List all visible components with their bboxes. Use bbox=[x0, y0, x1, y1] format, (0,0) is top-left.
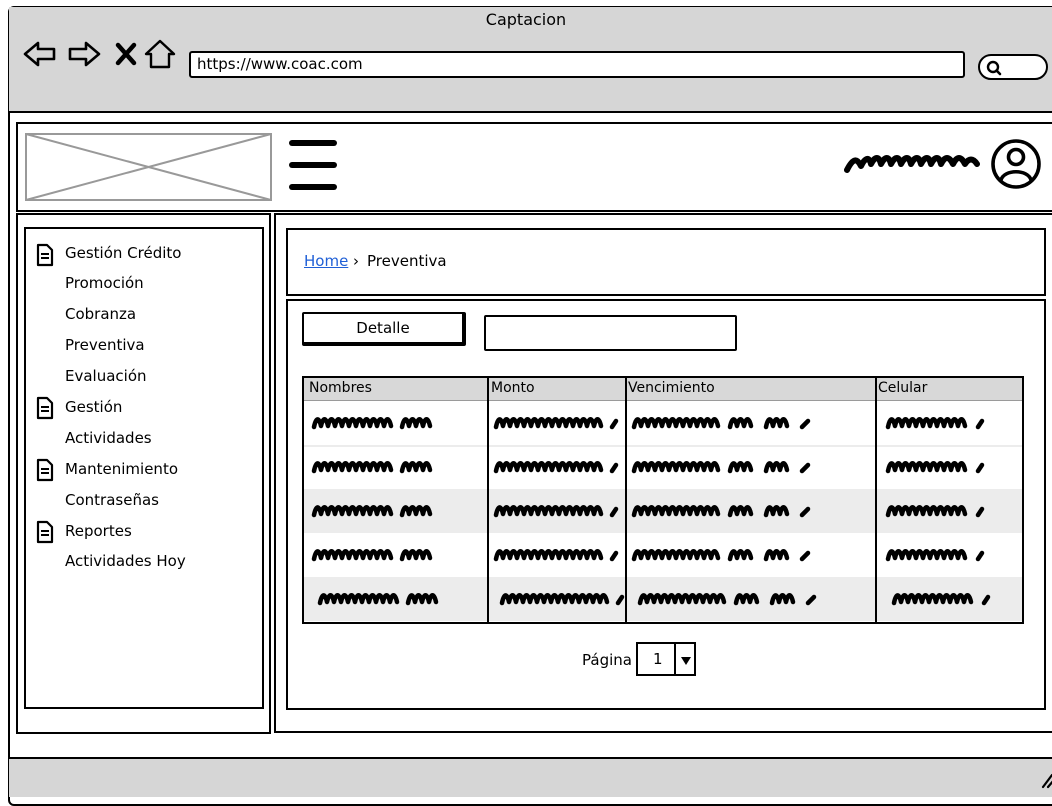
sidebar-item-promocion[interactable]: Promoción bbox=[65, 273, 144, 293]
scribble-cell-text bbox=[399, 549, 433, 562]
scribble-cell-text bbox=[769, 593, 796, 606]
scribble-cell-text bbox=[631, 505, 721, 518]
scribble-cell-text bbox=[399, 417, 433, 430]
scribble-cell-text bbox=[493, 549, 604, 562]
document-icon bbox=[36, 396, 54, 420]
scribble-cell-text bbox=[763, 549, 790, 562]
browser-statusbar bbox=[9, 757, 1052, 797]
scribble-cell-text bbox=[799, 462, 811, 474]
url-bar[interactable]: https://www.coac.com bbox=[189, 51, 965, 78]
scribble-cell-text bbox=[493, 461, 604, 474]
scribble-cell-text bbox=[805, 594, 817, 606]
scribble-cell-text bbox=[631, 417, 721, 430]
sidebar-item-actividades[interactable]: Actividades bbox=[65, 428, 152, 448]
scribble-cell-text bbox=[975, 418, 985, 430]
scribble-cell-text bbox=[311, 461, 394, 474]
scribble-cell-text bbox=[799, 418, 811, 430]
sidebar-item-cobranza[interactable]: Cobranza bbox=[65, 304, 136, 324]
scribble-cell-text bbox=[799, 550, 811, 562]
chevron-down-icon bbox=[681, 657, 691, 665]
scribble-cell-text bbox=[631, 549, 721, 562]
scribble-cell-text bbox=[311, 505, 394, 518]
sidebar-item-reportes[interactable]: Reportes bbox=[65, 521, 132, 541]
breadcrumb-home-link[interactable]: Home bbox=[304, 252, 348, 270]
scribble-cell-text bbox=[975, 506, 985, 518]
breadcrumb-current: Preventiva bbox=[367, 252, 447, 270]
scribble-cell-text bbox=[399, 505, 433, 518]
pager-label: Página bbox=[582, 651, 632, 669]
back-arrow-icon[interactable] bbox=[22, 40, 58, 68]
document-icon bbox=[36, 520, 54, 544]
user-avatar-icon[interactable] bbox=[990, 136, 1042, 192]
scribble-cell-text bbox=[609, 506, 619, 518]
page-select-value: 1 bbox=[653, 650, 663, 668]
scribble-cell-text bbox=[317, 593, 400, 606]
sidebar-item-preventiva[interactable]: Preventiva bbox=[65, 335, 145, 355]
scribble-cell-text bbox=[763, 505, 790, 518]
scribble-cell-text bbox=[981, 594, 991, 606]
scribble-cell-text bbox=[631, 461, 721, 474]
filter-input[interactable] bbox=[484, 315, 737, 351]
scribble-cell-text bbox=[311, 549, 394, 562]
scribble-cell-text bbox=[499, 593, 610, 606]
scribble-cell-text bbox=[975, 462, 985, 474]
scribble-cell-text bbox=[885, 461, 968, 474]
breadcrumb-separator: › bbox=[353, 252, 359, 270]
scribble-cell-text bbox=[615, 594, 625, 606]
forward-arrow-icon[interactable] bbox=[66, 40, 102, 68]
scribble-cell-text bbox=[609, 462, 619, 474]
sidebar: Gestión Crédito Promoción Cobranza Preve… bbox=[24, 227, 264, 709]
page-select[interactable]: 1 bbox=[636, 642, 696, 676]
scribble-cell-text bbox=[727, 461, 754, 474]
sidebar-item-mantenimiento[interactable]: Mantenimiento bbox=[65, 459, 178, 479]
scribble-cell-text bbox=[891, 593, 974, 606]
document-icon bbox=[36, 243, 54, 267]
scribble-cell-text bbox=[885, 549, 968, 562]
scribble-cell-text bbox=[727, 505, 754, 518]
scribble-cell-text bbox=[733, 593, 760, 606]
sidebar-item-evaluacion[interactable]: Evaluación bbox=[65, 366, 147, 386]
sidebar-item-gestion[interactable]: Gestión bbox=[65, 397, 122, 417]
scribble-cell-text bbox=[763, 417, 790, 430]
scribble-cell-text bbox=[975, 550, 985, 562]
scribble-cell-text bbox=[311, 417, 394, 430]
scribble-cell-text bbox=[609, 418, 619, 430]
sidebar-item-contrasenas[interactable]: Contraseñas bbox=[65, 490, 159, 510]
scribble-cell-text bbox=[727, 549, 754, 562]
results-table: Nombres Monto Vencimiento Celular bbox=[302, 376, 1024, 624]
scribble-cell-text bbox=[609, 550, 619, 562]
resize-grip-icon[interactable] bbox=[1039, 771, 1052, 789]
scribble-cell-text bbox=[727, 417, 754, 430]
logo-placeholder bbox=[25, 133, 272, 201]
scribbled-user-name bbox=[844, 155, 980, 173]
document-icon bbox=[36, 458, 54, 482]
window-title: Captacion bbox=[485, 10, 567, 29]
search-icon bbox=[986, 60, 1002, 76]
scribble-cell-text bbox=[885, 505, 968, 518]
page-select-divider bbox=[674, 644, 676, 674]
scribbled-cell-text bbox=[311, 417, 991, 606]
sidebar-item-gestion-credito[interactable]: Gestión Crédito bbox=[65, 243, 181, 263]
scribble-cell-text bbox=[763, 461, 790, 474]
home-icon[interactable] bbox=[144, 38, 176, 70]
browser-search-button[interactable] bbox=[978, 54, 1048, 80]
scribble-cell-text bbox=[637, 593, 727, 606]
scribble-cell-text bbox=[493, 417, 604, 430]
sidebar-item-actividades-hoy[interactable]: Actividades Hoy bbox=[65, 551, 186, 571]
scribble-cell-text bbox=[493, 505, 604, 518]
scribble-cell-text bbox=[885, 417, 968, 430]
scribble-cell-text bbox=[399, 461, 433, 474]
scribble-cell-text bbox=[405, 593, 439, 606]
scribble-cell-text bbox=[799, 506, 811, 518]
hamburger-menu-icon[interactable] bbox=[288, 138, 338, 194]
detalle-button[interactable]: Detalle bbox=[302, 312, 466, 346]
close-icon[interactable] bbox=[114, 42, 138, 66]
